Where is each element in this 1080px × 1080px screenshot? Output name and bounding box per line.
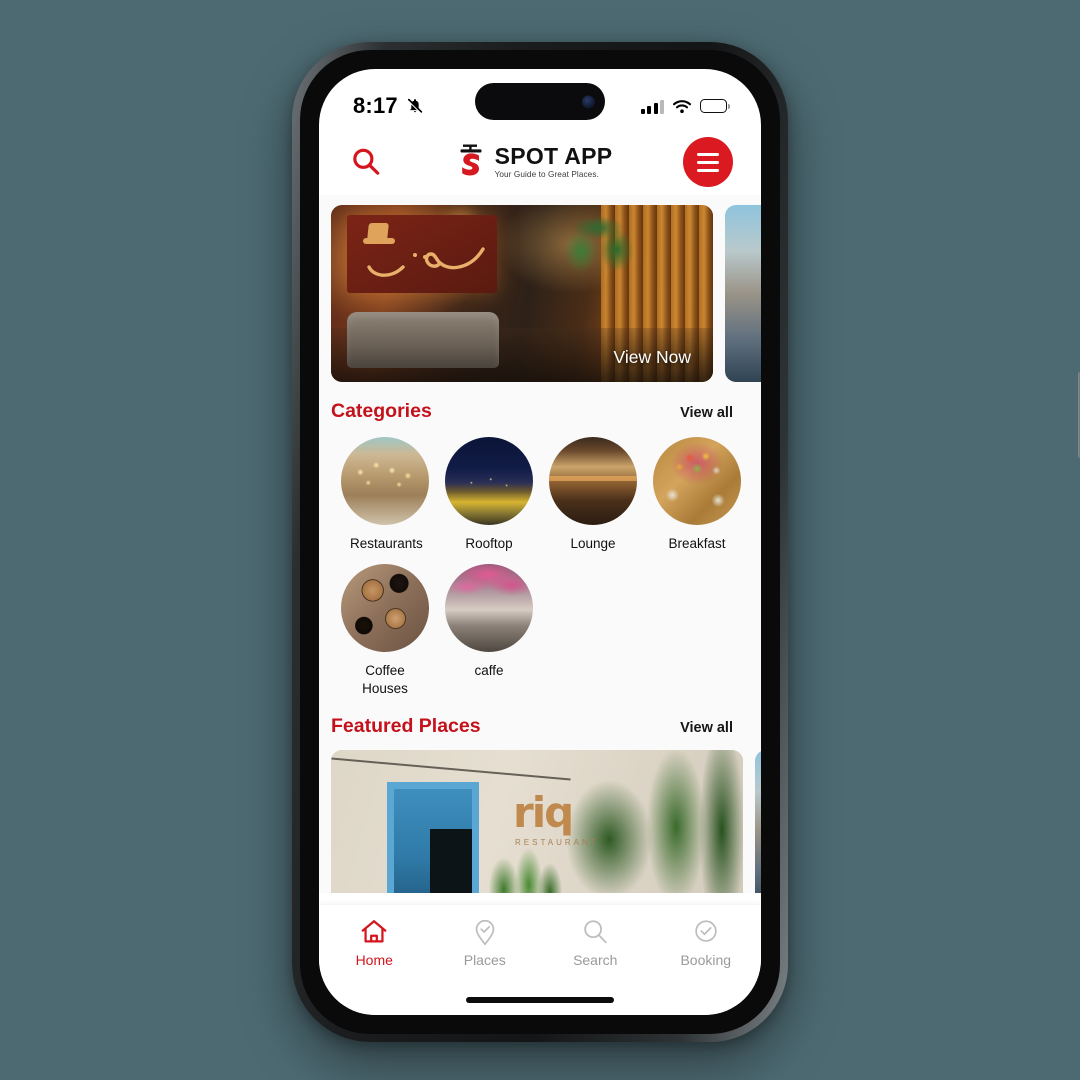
featured-card-riq[interactable]: riq RESTAURANT (331, 749, 743, 893)
category-item-lounge[interactable]: Lounge (541, 437, 645, 552)
category-thumbnail (445, 437, 533, 525)
status-bar: 8:17 (319, 69, 761, 129)
hero-image-preview (725, 205, 761, 382)
category-thumbnail (341, 437, 429, 525)
status-left-group: 8:17 (353, 93, 425, 119)
category-thumbnail (445, 564, 533, 653)
categories-grid: Restaurants Rooftop Lounge Breakfast Cof… (319, 423, 761, 697)
nav-label-places: Places (463, 952, 506, 968)
hero-card-next-preview[interactable] (725, 205, 761, 382)
blue-door (387, 781, 479, 893)
home-icon (361, 920, 387, 943)
indoor-plant (559, 213, 637, 287)
phone-screen: 8:17 SPOT APP Your Guide to Great Places… (319, 69, 761, 1015)
nav-item-booking[interactable]: Booking (651, 917, 762, 968)
featured-view-all-link[interactable]: View all (680, 720, 733, 736)
category-item-breakfast[interactable]: Breakfast (645, 437, 749, 552)
bottom-navigation-bar: Home Places Search Booking (319, 905, 761, 1015)
featured-places-carousel[interactable]: riq RESTAURANT (319, 738, 761, 893)
bell-muted-icon (407, 98, 423, 115)
hero-carousel[interactable]: View Now (319, 195, 761, 382)
wifi-icon (672, 99, 692, 113)
featured-card-next-preview[interactable] (755, 749, 761, 893)
category-label: Restaurants (350, 536, 423, 551)
front-camera-icon (582, 95, 595, 108)
categories-view-all-link[interactable]: View all (680, 405, 733, 421)
nav-item-search[interactable]: Search (540, 917, 651, 968)
climbing-greenery (567, 749, 743, 893)
nav-item-places[interactable]: Places (430, 917, 541, 968)
category-item-coffee-houses[interactable]: Coffee Houses (333, 564, 437, 697)
home-indicator[interactable] (466, 997, 614, 1003)
main-scroll-area[interactable]: View Now Categories View all Restaurants (319, 195, 761, 893)
app-header: SPOT APP Your Guide to Great Places. (319, 129, 761, 195)
category-label: Rooftop (465, 536, 513, 551)
arabic-sign-panel (347, 215, 497, 293)
category-item-restaurants[interactable]: Restaurants (333, 437, 437, 552)
category-item-rooftop[interactable]: Rooftop (437, 437, 541, 552)
battery-low-icon (700, 99, 730, 113)
phone-device-frame: 8:17 SPOT APP Your Guide to Great Places… (292, 42, 1080, 1042)
category-thumbnail (341, 564, 429, 653)
open-doorway (430, 828, 472, 893)
view-now-label[interactable]: View Now (614, 347, 692, 368)
category-thumbnail (653, 437, 741, 525)
brand-logo: SPOT APP Your Guide to Great Places. (383, 144, 683, 180)
arabic-script (367, 247, 485, 277)
phone-bezel: 8:17 SPOT APP Your Guide to Great Places… (300, 50, 780, 1034)
nav-label-booking: Booking (680, 952, 732, 968)
cellular-signal-icon (640, 99, 664, 114)
category-label: caffe (474, 663, 504, 679)
status-time: 8:17 (353, 93, 398, 118)
search-icon (584, 920, 607, 944)
foreground-plant (475, 835, 571, 893)
riq-sign-text: riq (513, 787, 574, 837)
brand-tagline: Your Guide to Great Places. (494, 169, 599, 179)
nav-label-search: Search (573, 952, 618, 968)
category-label: Lounge (570, 536, 616, 551)
circle-check-icon (695, 920, 717, 942)
nav-item-home[interactable]: Home (319, 917, 430, 968)
brand-text-block: SPOT APP Your Guide to Great Places. (494, 142, 613, 179)
search-icon[interactable] (349, 145, 383, 179)
spot-s-logo-icon (460, 144, 482, 176)
hamburger-menu-icon[interactable] (683, 137, 733, 187)
categories-section-header: Categories View all (319, 382, 761, 423)
featured-title: Featured Places (331, 714, 481, 737)
lounge-sofa (347, 312, 499, 368)
map-pin-check-icon (475, 919, 495, 946)
nav-label-home: Home (355, 952, 393, 968)
featured-image: riq RESTAURANT (331, 749, 743, 893)
dynamic-island (475, 83, 605, 120)
category-label: Breakfast (668, 536, 726, 551)
status-right-group (640, 99, 730, 114)
category-label: Coffee Houses (362, 663, 408, 696)
categories-title: Categories (331, 400, 432, 422)
featured-image-preview (755, 749, 761, 893)
category-item-caffe[interactable]: caffe (437, 564, 541, 697)
brand-name: SPOT APP (494, 142, 613, 169)
category-thumbnail (549, 437, 637, 525)
featured-section-header: Featured Places View all (319, 697, 761, 738)
hero-card-restaurant[interactable]: View Now (331, 205, 713, 382)
